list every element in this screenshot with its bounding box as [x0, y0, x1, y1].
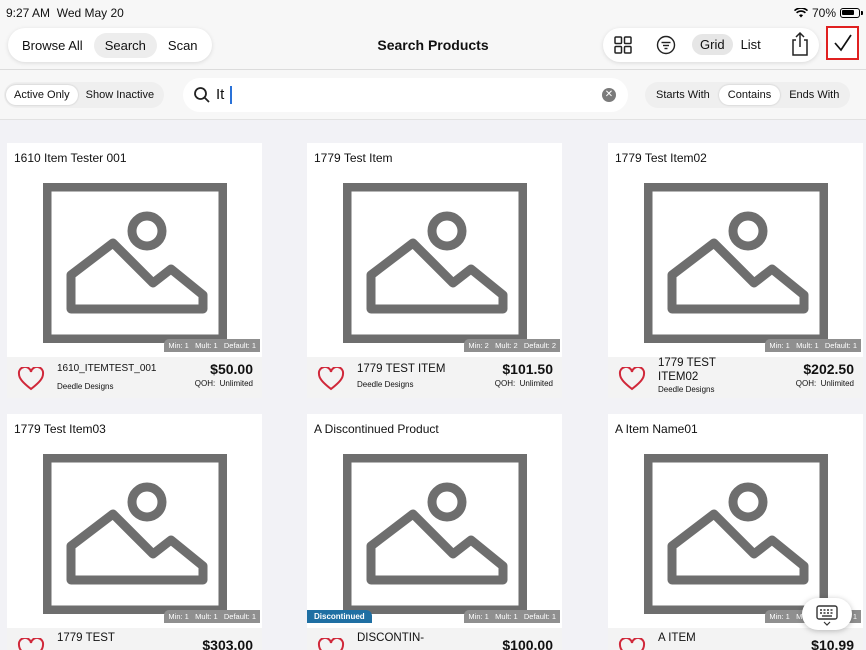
favorite-heart-icon[interactable]: [618, 638, 646, 650]
favorite-heart-icon[interactable]: [317, 638, 345, 650]
list-view-option[interactable]: List: [733, 34, 769, 55]
match-mode-control: Starts With Contains Ends With: [645, 82, 851, 108]
filter-icon[interactable]: [656, 35, 676, 55]
order-limits: Min: 1 Mult: 1 Default: 1: [164, 610, 260, 623]
search-input[interactable]: It: [216, 86, 224, 103]
scan-tab[interactable]: Scan: [157, 33, 209, 58]
product-card[interactable]: A Discontinued Product Discontinued Min:…: [307, 414, 562, 650]
search-tab[interactable]: Search: [93, 32, 157, 58]
nav-bar: Browse All Search Scan Search Products G…: [0, 26, 866, 70]
search-icon: [194, 87, 210, 103]
product-qoh: QOH: Unlimited: [194, 379, 253, 388]
product-sku: DISCONTIN-: [357, 632, 425, 644]
product-qoh: QOH: Unlimited: [795, 379, 854, 388]
keyboard-toggle-button[interactable]: [802, 598, 852, 630]
product-price: $101.50: [502, 361, 553, 377]
product-footer: 1779 TEST ITEM Deedle Designs $101.50 QO…: [307, 357, 562, 398]
product-title: A Item Name01: [615, 422, 698, 436]
product-vendor: Deedle Designs: [357, 380, 414, 389]
product-sku: 1779 TEST ITEM02: [658, 357, 716, 383]
order-limits: Min: 1 Mult: 1 Default: 1: [464, 610, 560, 623]
keyboard-icon: [816, 605, 838, 626]
product-image[interactable]: [7, 169, 262, 357]
status-right: 70%: [793, 6, 863, 20]
image-placeholder-icon: [43, 454, 227, 614]
show-inactive-option[interactable]: Show Inactive: [78, 85, 162, 105]
product-sku: 1610_ITEMTEST_001: [57, 363, 157, 374]
product-card[interactable]: 1779 Test Item03 Min: 1 Mult: 1 Default:…: [7, 414, 262, 650]
text-cursor: [230, 86, 232, 104]
product-footer: 1779 TEST ITEM02 Deedle Designs $202.50 Q…: [608, 357, 863, 398]
discontinued-badge: Discontinued: [307, 610, 372, 623]
starts-with-option[interactable]: Starts With: [647, 85, 719, 105]
product-footer: 1610_ITEMTEST_001 Deedle Designs $50.00 …: [7, 357, 262, 398]
share-icon[interactable]: [789, 31, 811, 57]
favorite-heart-icon[interactable]: [618, 367, 646, 391]
image-placeholder-icon: [644, 454, 828, 614]
active-only-option[interactable]: Active Only: [6, 85, 78, 105]
product-image[interactable]: [307, 169, 562, 357]
image-placeholder-icon: [343, 454, 527, 614]
product-title: 1610 Item Tester 001: [14, 151, 127, 165]
wifi-icon: [793, 8, 808, 18]
product-price: $50.00: [210, 361, 253, 377]
status-bar: 9:27 AM Wed May 20 70%: [0, 0, 866, 26]
view-mode-toggle: Grid List: [692, 32, 769, 56]
ends-with-option[interactable]: Ends With: [780, 85, 848, 105]
mode-segmented-control: Browse All Search Scan: [8, 28, 212, 62]
checkmark-icon: [833, 34, 852, 52]
done-button[interactable]: [826, 26, 859, 60]
status-time: 9:27 AM Wed May 20: [6, 6, 124, 20]
product-sku: 1779 TEST: [57, 632, 115, 644]
product-title: A Discontinued Product: [314, 422, 439, 436]
image-placeholder-icon: [343, 183, 527, 343]
product-sku: 1779 TEST ITEM: [357, 363, 446, 375]
grid-view-option[interactable]: Grid: [692, 33, 733, 55]
product-title: 1779 Test Item03: [14, 422, 106, 436]
battery-icon: [840, 8, 863, 18]
contains-option[interactable]: Contains: [718, 85, 781, 105]
product-price: $10.99: [811, 637, 854, 650]
battery-percent: 70%: [811, 6, 836, 20]
search-field[interactable]: It ✕: [183, 78, 628, 112]
product-vendor: Deedle Designs: [658, 385, 715, 394]
favorite-heart-icon[interactable]: [317, 367, 345, 391]
clear-search-icon[interactable]: ✕: [602, 88, 616, 102]
product-price: $303.00: [202, 637, 253, 650]
product-card[interactable]: 1610 Item Tester 001 Min: 1 Mult: 1 Defa…: [7, 143, 262, 398]
product-price: $202.50: [803, 361, 854, 377]
product-qoh: QOH: Unlimited: [494, 379, 553, 388]
grid-icon[interactable]: [613, 35, 633, 55]
product-image[interactable]: [307, 440, 562, 628]
product-image[interactable]: [608, 169, 863, 357]
favorite-heart-icon[interactable]: [17, 638, 45, 650]
product-sku: A ITEM: [658, 632, 696, 644]
product-card[interactable]: 1779 Test Item02 Min: 1 Mult: 1 Default:…: [608, 143, 863, 398]
filter-bar: Active Only Show Inactive It ✕ Starts Wi…: [0, 70, 866, 120]
product-title: 1779 Test Item02: [615, 151, 707, 165]
product-footer: A ITEM $10.99: [608, 628, 863, 650]
image-placeholder-icon: [43, 183, 227, 343]
order-limits: Min: 2 Mult: 2 Default: 2: [464, 339, 560, 352]
order-limits: Min: 1 Mult: 1 Default: 1: [765, 339, 861, 352]
product-footer: 1779 TEST $303.00: [7, 628, 262, 650]
product-vendor: Deedle Designs: [57, 382, 114, 391]
product-price: $100.00: [502, 637, 553, 650]
order-limits: Min: 1 Mult: 1 Default: 1: [164, 339, 260, 352]
active-filter-control: Active Only Show Inactive: [4, 82, 165, 108]
favorite-heart-icon[interactable]: [17, 367, 45, 391]
product-image[interactable]: [7, 440, 262, 628]
product-title: 1779 Test Item: [314, 151, 393, 165]
image-placeholder-icon: [644, 183, 828, 343]
product-footer: DISCONTIN- $100.00: [307, 628, 562, 650]
product-card[interactable]: 1779 Test Item Min: 2 Mult: 2 Default: 2…: [307, 143, 562, 398]
browse-all-tab[interactable]: Browse All: [11, 33, 94, 58]
